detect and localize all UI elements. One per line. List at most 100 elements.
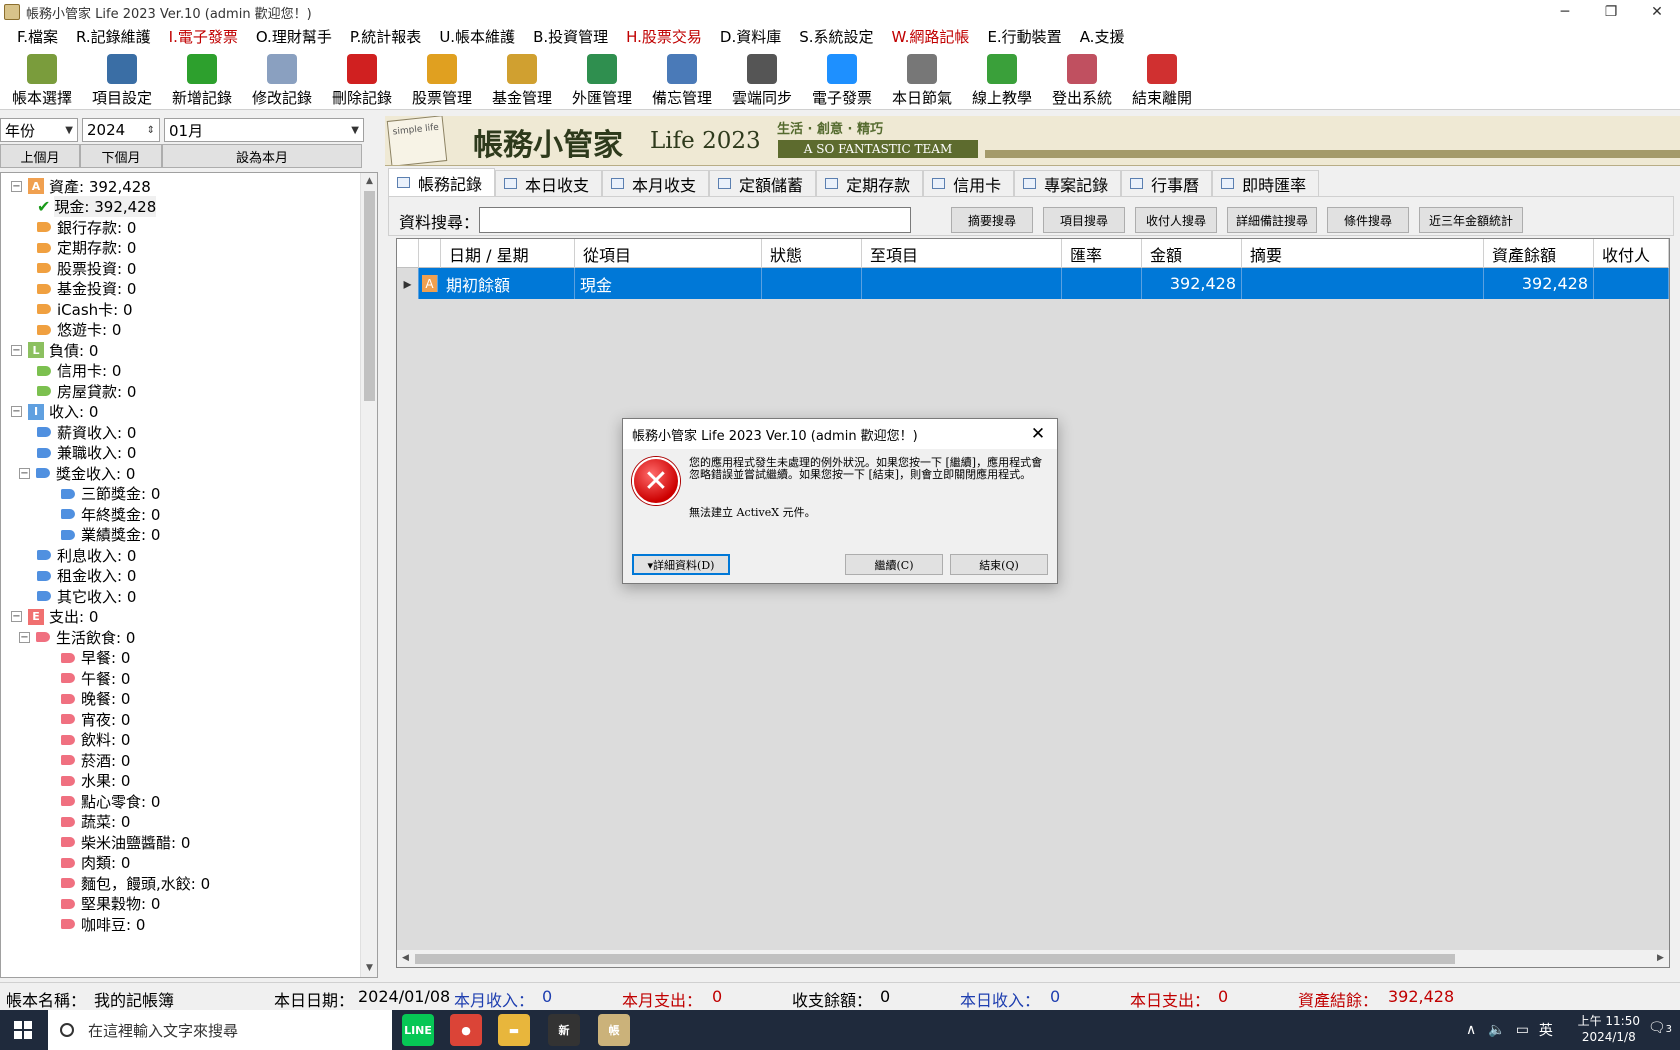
search-button-4[interactable]: 條件搜尋 (1327, 207, 1409, 233)
details-button[interactable]: ▾詳細資料(D) (632, 554, 730, 575)
search-input[interactable] (479, 207, 911, 233)
column-header[interactable]: 資產餘額 (1484, 239, 1594, 268)
network-icon[interactable]: ▭ (1516, 1022, 1529, 1038)
menu-item-3[interactable]: O.理財幫手 (247, 24, 341, 50)
folder-icon[interactable]: ▬ (498, 1014, 530, 1046)
menu-item-0[interactable]: F.檔案 (8, 24, 67, 50)
dialog-close-icon[interactable]: ✕ (1025, 421, 1051, 447)
toolbar-button-3[interactable]: 修改記錄 (242, 50, 322, 110)
search-button-0[interactable]: 摘要搜尋 (951, 207, 1033, 233)
search-button-1[interactable]: 項目搜尋 (1043, 207, 1125, 233)
grid-hscrollbar[interactable]: ◀ ▶ (397, 950, 1669, 967)
column-header[interactable]: 從項目 (575, 239, 762, 268)
scroll-down-icon[interactable]: ▼ (361, 960, 377, 977)
collapse-icon[interactable]: − (19, 631, 30, 643)
toolbar-button-11[interactable]: 本日節氣 (882, 50, 962, 110)
scroll-right-icon[interactable]: ▶ (1652, 950, 1669, 967)
menu-item-11[interactable]: E.行動裝置 (978, 24, 1070, 50)
menu-item-6[interactable]: B.投資管理 (524, 24, 617, 50)
tree-node[interactable]: 菸酒: 0 (61, 749, 130, 771)
year-stepper[interactable]: 2024 ⇕ (82, 118, 160, 142)
quit-button[interactable]: 結束(Q) (950, 554, 1048, 575)
tree-node[interactable]: 麵包，饅頭,水餃: 0 (61, 872, 210, 894)
toolbar-button-12[interactable]: 線上教學 (962, 50, 1042, 110)
tree-node[interactable]: 午餐: 0 (61, 667, 130, 689)
windows-start-icon[interactable] (14, 1021, 32, 1039)
toolbar-button-4[interactable]: 刪除記錄 (322, 50, 402, 110)
tree-node[interactable]: 股票投資: 0 (37, 257, 136, 279)
tree-node[interactable]: − I 收入: 0 (11, 401, 98, 423)
tree-node[interactable]: 年終獎金: 0 (61, 503, 160, 525)
tree-node[interactable]: − L 負債: 0 (11, 339, 98, 361)
tree-node[interactable]: 薪資收入: 0 (37, 421, 136, 443)
set-current-month-button[interactable]: 設為本月 (162, 144, 362, 168)
column-header[interactable]: 金額 (1142, 239, 1242, 268)
scroll-up-icon[interactable]: ▲ (361, 173, 377, 190)
menu-item-9[interactable]: S.系統設定 (790, 24, 882, 50)
tree-node[interactable]: 三節獎金: 0 (61, 483, 160, 505)
collapse-icon[interactable]: − (19, 467, 30, 479)
search-button-3[interactable]: 詳細備註搜尋 (1227, 207, 1317, 233)
tree-node[interactable]: 房屋貸款: 0 (37, 380, 136, 402)
table-row[interactable]: ▸ A 期初餘額 現金 392,428 392,428 (397, 268, 1669, 299)
toolbar-button-9[interactable]: 雲端同步 (722, 50, 802, 110)
toolbar-button-2[interactable]: 新增記錄 (162, 50, 242, 110)
spin-icon[interactable]: ⇕ (147, 125, 155, 136)
month-select[interactable]: 01月 ▼ (164, 118, 364, 142)
ledger-app-icon[interactable]: 帳 (598, 1014, 630, 1046)
line-icon[interactable]: LINE (402, 1014, 434, 1046)
menu-item-12[interactable]: A.支援 (1071, 24, 1134, 50)
tab-8[interactable]: 即時匯率 (1212, 170, 1320, 196)
tab-7[interactable]: 行事曆 (1121, 170, 1213, 196)
tree-node[interactable]: 宵夜: 0 (61, 708, 130, 730)
taskbar-clock[interactable]: 上午 11:50 2024/1/8 (1578, 1013, 1640, 1045)
tree-node[interactable]: 飲料: 0 (61, 729, 130, 751)
tree-node[interactable]: 悠遊卡: 0 (37, 319, 121, 341)
account-tree[interactable]: ▲ ▼ − A 資產: 392,428 ✔ 現金: 392,428 銀行存款: 0 定期存款… (0, 172, 378, 978)
tree-node[interactable]: 早餐: 0 (61, 647, 130, 669)
minimize-button[interactable]: ─ (1542, 0, 1588, 24)
menu-item-8[interactable]: D.資料庫 (711, 24, 790, 50)
tree-node[interactable]: 晚餐: 0 (61, 688, 130, 710)
column-header[interactable]: 摘要 (1242, 239, 1484, 268)
chevron-up-icon[interactable]: ∧ (1466, 1022, 1476, 1038)
tree-node[interactable]: 利息收入: 0 (37, 544, 136, 566)
column-header[interactable]: 收付人 (1594, 239, 1669, 268)
collapse-icon[interactable]: − (11, 611, 22, 622)
year-mode-select[interactable]: 年份 ▼ (0, 118, 78, 142)
close-button[interactable]: ✕ (1634, 0, 1680, 24)
tree-node[interactable]: − E 支出: 0 (11, 606, 98, 628)
toolbar-button-13[interactable]: 登出系統 (1042, 50, 1122, 110)
tree-scrollbar[interactable]: ▲ ▼ (360, 173, 377, 977)
tree-node[interactable]: 柴米油鹽醬醋: 0 (61, 831, 190, 853)
search-button-5[interactable]: 近三年金額統計 (1419, 207, 1523, 233)
column-header[interactable]: 至項目 (862, 239, 1062, 268)
column-header[interactable]: 日期 / 星期 (441, 239, 575, 268)
tree-node[interactable]: 水果: 0 (61, 770, 130, 792)
toolbar-button-6[interactable]: 基金管理 (482, 50, 562, 110)
tree-node[interactable]: ✔ 現金: 392,428 (37, 196, 157, 218)
menu-item-4[interactable]: P.統計報表 (341, 24, 430, 50)
column-header[interactable]: 狀態 (762, 239, 862, 268)
tree-node[interactable]: 銀行存款: 0 (37, 216, 136, 238)
column-header[interactable] (397, 239, 419, 268)
tree-node[interactable]: − 生活飲食: 0 (19, 626, 135, 648)
collapse-icon[interactable]: − (11, 406, 22, 417)
tab-3[interactable]: 定額儲蓄 (709, 170, 817, 196)
tree-node[interactable]: 蔬菜: 0 (61, 811, 130, 833)
tree-node[interactable]: 肉類: 0 (61, 852, 130, 874)
tab-6[interactable]: 專案記錄 (1014, 170, 1122, 196)
notification-icon[interactable]: 🗨3 (1648, 1020, 1672, 1036)
news-icon[interactable]: 新 (548, 1014, 580, 1046)
column-header[interactable] (419, 239, 441, 268)
tree-node[interactable]: 咖啡豆: 0 (61, 913, 145, 935)
tab-5[interactable]: 信用卡 (923, 170, 1015, 196)
tree-node[interactable]: 兼職收入: 0 (37, 442, 136, 464)
tab-0[interactable]: 帳務記錄 (388, 168, 496, 196)
menu-item-10[interactable]: W.網路記帳 (883, 24, 979, 50)
tree-node[interactable]: 定期存款: 0 (37, 237, 136, 259)
toolbar-button-5[interactable]: 股票管理 (402, 50, 482, 110)
toolbar-button-14[interactable]: 結束離開 (1122, 50, 1202, 110)
column-header[interactable]: 匯率 (1062, 239, 1142, 268)
toolbar-button-8[interactable]: 備忘管理 (642, 50, 722, 110)
